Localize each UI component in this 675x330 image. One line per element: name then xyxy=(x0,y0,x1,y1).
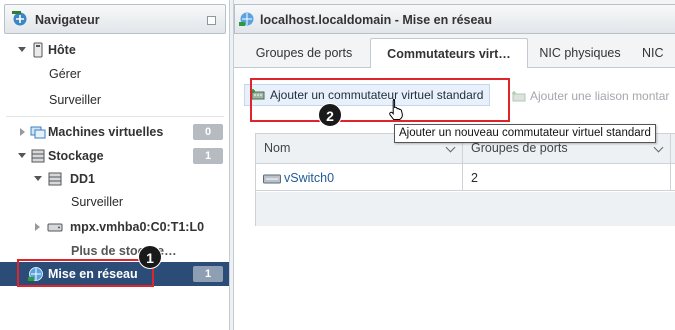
annotation-box-networking xyxy=(17,259,154,287)
virtual-machines-icon xyxy=(30,126,46,139)
tab-physical-nics[interactable]: NIC physiques xyxy=(532,38,628,68)
step-marker-2: 2 xyxy=(318,103,342,127)
page-title: localhost.localdomain - Mise en réseau xyxy=(260,13,493,27)
navigator-header: Navigateur xyxy=(4,4,226,34)
nav-item-label: DD1 xyxy=(70,172,96,186)
collapse-arrow-icon[interactable] xyxy=(18,153,26,158)
nav-item-label: mpx.vmhba0:C0:T1:L0 xyxy=(70,220,205,234)
nav-item-label: Stockage xyxy=(48,149,104,163)
networking-icon xyxy=(239,12,254,26)
nav-item-label: Machines virtuelles xyxy=(48,125,164,139)
nav-item-label: Surveiller xyxy=(49,93,102,107)
collapse-arrow-icon[interactable] xyxy=(18,47,26,52)
table-row-extra-cell xyxy=(671,165,675,191)
nav-item-storage[interactable]: Stockage 1 xyxy=(0,144,229,168)
column-divider xyxy=(670,134,671,191)
navigator-title: Navigateur xyxy=(35,13,100,27)
nav-item-label: Hôte xyxy=(48,43,76,57)
disk-device-icon xyxy=(47,223,63,232)
nav-item-host-manage[interactable]: Gérer xyxy=(0,62,229,86)
tab-virtual-switches[interactable]: Commutateurs virt… xyxy=(370,38,528,69)
add-uplink-icon xyxy=(512,91,526,102)
collapse-arrow-icon[interactable] xyxy=(34,176,42,181)
count-badge: 1 xyxy=(193,148,223,164)
table-row-port-groups-cell: 2 xyxy=(463,165,670,191)
hand-cursor-icon xyxy=(389,99,403,120)
vswitch-icon xyxy=(263,174,281,184)
main-panel: localhost.localdomain - Mise en réseau G… xyxy=(233,0,675,330)
host-icon xyxy=(33,42,43,58)
vswitch-table: Nom Groupes de ports vSwitch0 2 xyxy=(255,133,675,226)
nav-item-device-mpx[interactable]: mpx.vmhba0:C0:T1:L0 xyxy=(0,215,229,239)
expand-arrow-icon[interactable] xyxy=(35,223,40,231)
tab-bar: Groupes de ports Commutateurs virt… NIC … xyxy=(234,38,675,69)
column-header-label: Nom xyxy=(264,141,291,155)
table-row-name-cell[interactable]: vSwitch0 xyxy=(256,165,462,191)
step-marker-1: 1 xyxy=(138,245,162,269)
tab-port-groups[interactable]: Groupes de ports xyxy=(242,38,366,68)
tab-nic[interactable]: NIC xyxy=(642,38,675,68)
nav-item-datastore-dd1[interactable]: DD1 xyxy=(0,167,229,191)
chevron-down-icon[interactable] xyxy=(445,142,456,153)
datastore-icon xyxy=(48,172,62,186)
annotation-box-add-button xyxy=(250,78,510,122)
divider xyxy=(6,116,224,117)
expand-arrow-icon[interactable] xyxy=(20,128,25,136)
nav-item-virtual-machines[interactable]: Machines virtuelles 0 xyxy=(0,120,229,144)
column-header-label: Groupes de ports xyxy=(471,141,568,155)
table-footer xyxy=(256,192,675,226)
storage-icon xyxy=(31,149,45,163)
add-uplink-label: Ajouter une liaison montar xyxy=(530,89,670,103)
count-badge: 0 xyxy=(193,124,223,140)
nav-item-dd1-monitor[interactable]: Surveiller xyxy=(0,190,229,214)
minimize-icon[interactable] xyxy=(207,16,216,25)
count-badge: 1 xyxy=(193,266,223,282)
main-header: localhost.localdomain - Mise en réseau xyxy=(234,4,675,34)
nav-item-host-monitor[interactable]: Surveiller xyxy=(0,88,229,112)
column-header-extra xyxy=(671,134,675,164)
nav-item-label: Gérer xyxy=(49,67,81,81)
vswitch-name-link[interactable]: vSwitch0 xyxy=(284,171,334,185)
vmware-logo-icon xyxy=(12,11,27,26)
chevron-down-icon[interactable] xyxy=(653,142,664,153)
nav-item-label: Surveiller xyxy=(71,195,124,209)
nav-item-host[interactable]: Hôte xyxy=(0,38,229,62)
tooltip: Ajouter un nouveau commutateur virtuel s… xyxy=(394,124,656,143)
